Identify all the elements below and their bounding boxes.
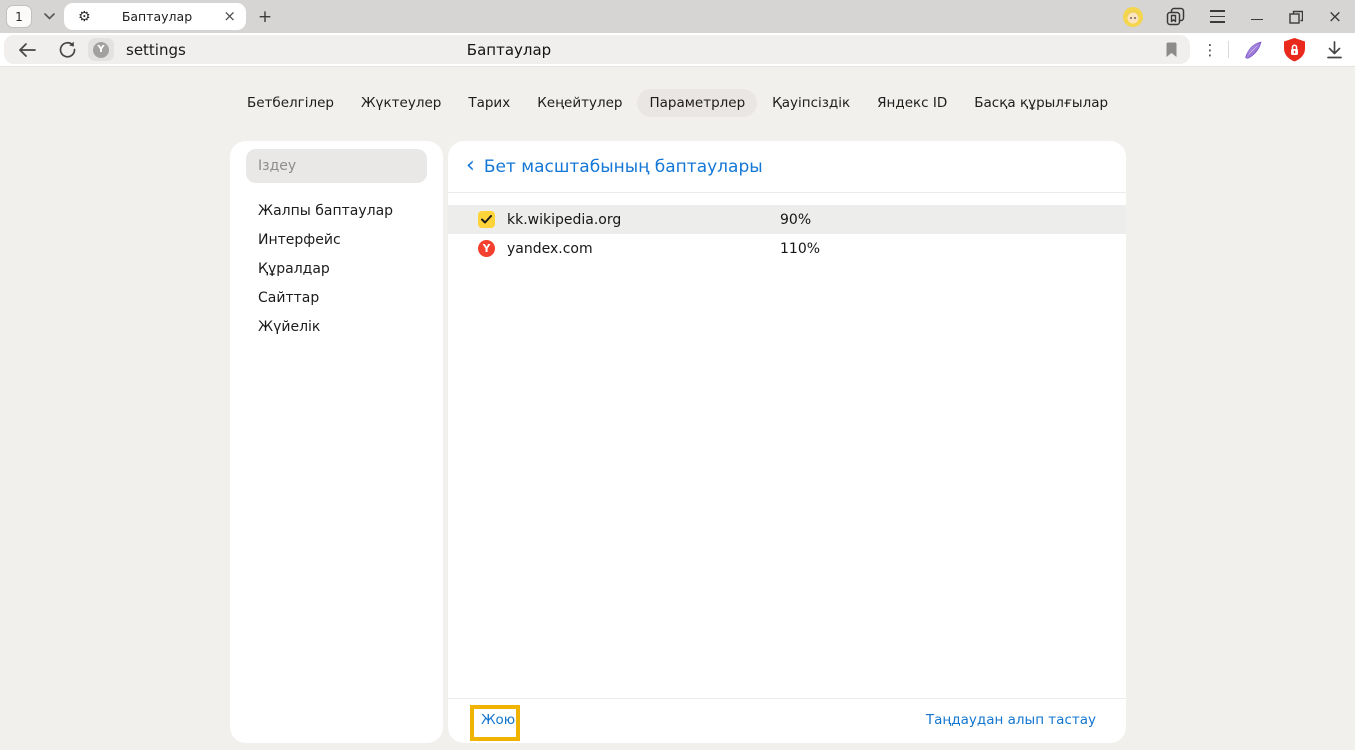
browser-tab-bar: 1 ⚙ Баптаулар × + [0,0,1355,33]
hamburger-icon [1210,10,1225,12]
tab-settings[interactable]: Параметрлер [637,89,757,117]
sidebar-item-tools[interactable]: Құралдар [230,255,443,284]
minimize-icon [1251,19,1263,21]
site-row-yandex[interactable]: Y yandex.com 110% [448,234,1126,263]
yandex-favicon-icon: Y [478,240,495,257]
restore-icon [1289,10,1303,24]
settings-nav-tabs: Бетбелгілер Жүктеулер Тарих Кеңейтулер П… [0,89,1355,117]
row-checkbox-checked[interactable] [478,211,495,228]
back-chevron-icon[interactable]: ‹ [466,155,475,177]
panel-header: ‹ Бет масштабының баптаулары [448,141,1126,193]
sidebar-item-system[interactable]: Жүйелік [230,313,443,342]
sidebar-item-sites[interactable]: Сайттар [230,284,443,313]
sidebar-item-interface[interactable]: Интерфейс [230,226,443,255]
search-input[interactable] [246,149,427,183]
check-icon [481,215,492,224]
bookmark-flag-icon [1165,42,1178,58]
site-name: kk.wikipedia.org [507,212,780,228]
toolbar-divider [1228,41,1229,58]
shield-lock-icon [1282,37,1307,63]
back-button[interactable] [16,39,38,60]
browser-menu-button[interactable] [1206,6,1228,27]
reload-icon [59,41,76,58]
site-name: yandex.com [507,241,780,257]
tab-counter-button[interactable]: 1 [6,5,32,28]
tab-bookmarks[interactable]: Бетбелгілер [235,89,346,117]
reload-button[interactable] [56,39,78,60]
sidebar-section-list: Жалпы баптаулар Интерфейс Құралдар Сайтт… [230,197,443,342]
avatar-icon [1123,7,1143,27]
site-favicon-badge[interactable]: Y [88,38,114,61]
omnibox[interactable]: Y settings Баптаулар [4,35,1190,64]
download-icon [1323,38,1346,62]
tab-list-dropdown-button[interactable] [37,5,61,28]
tab-title: Баптаулар [91,9,224,24]
action-highlight-box [470,705,520,741]
settings-sidebar: Жалпы баптаулар Интерфейс Құралдар Сайтт… [230,141,443,743]
panel-footer: Жою Таңдаудан алып тастау [448,698,1126,743]
back-arrow-icon [18,43,36,57]
zoom-value: 90% [780,212,811,228]
tab-security[interactable]: Қауіпсіздік [760,89,862,117]
yandex-site-icon: Y [93,42,109,58]
settings-gear-icon: ⚙ [78,10,91,24]
chevron-down-icon [44,13,55,20]
panel-title[interactable]: Бет масштабының баптаулары [484,157,763,177]
profile-avatar[interactable] [1122,6,1144,27]
tab-yandex-id[interactable]: Яндекс ID [865,89,959,117]
tab-close-icon[interactable]: × [223,9,236,24]
zoom-value: 110% [780,241,820,257]
site-row-kk-wikipedia[interactable]: kk.wikipedia.org 90% [448,205,1126,234]
collections-button[interactable] [1164,6,1186,27]
feather-icon [1241,38,1265,62]
protect-button[interactable] [1282,37,1307,63]
page-title: Баптаулар [404,41,614,59]
downloads-button[interactable] [1323,38,1346,62]
tab-downloads[interactable]: Жүктеулер [349,89,453,117]
address-bar: Y settings Баптаулар ⋮ [0,33,1355,66]
window-minimize-button[interactable] [1246,6,1268,27]
settings-page: Бетбелгілер Жүктеулер Тарих Кеңейтулер П… [0,66,1355,750]
window-restore-button[interactable] [1285,6,1307,27]
tab-other-devices[interactable]: Басқа құрылғылар [962,89,1120,117]
site-zoom-list: kk.wikipedia.org 90% Y yandex.com 110% [448,205,1126,263]
url-text[interactable]: settings [126,41,186,59]
window-close-button[interactable]: × [1324,6,1346,27]
deselect-all-link[interactable]: Таңдаудан алып тастау [926,712,1096,728]
omnibox-more-button[interactable]: ⋮ [1200,40,1220,60]
page-zoom-settings-panel: ‹ Бет масштабының баптаулары kk.wikipedi… [448,141,1126,743]
bookmark-flag-button[interactable] [1161,40,1181,60]
active-browser-tab[interactable]: ⚙ Баптаулар × [64,3,246,30]
tab-history[interactable]: Тарих [456,89,522,117]
collections-icon [1165,6,1186,27]
new-tab-button[interactable]: + [253,5,277,28]
sidebar-item-general[interactable]: Жалпы баптаулар [230,197,443,226]
lite-mode-button[interactable] [1241,38,1265,62]
tab-extensions[interactable]: Кеңейтулер [525,89,634,117]
